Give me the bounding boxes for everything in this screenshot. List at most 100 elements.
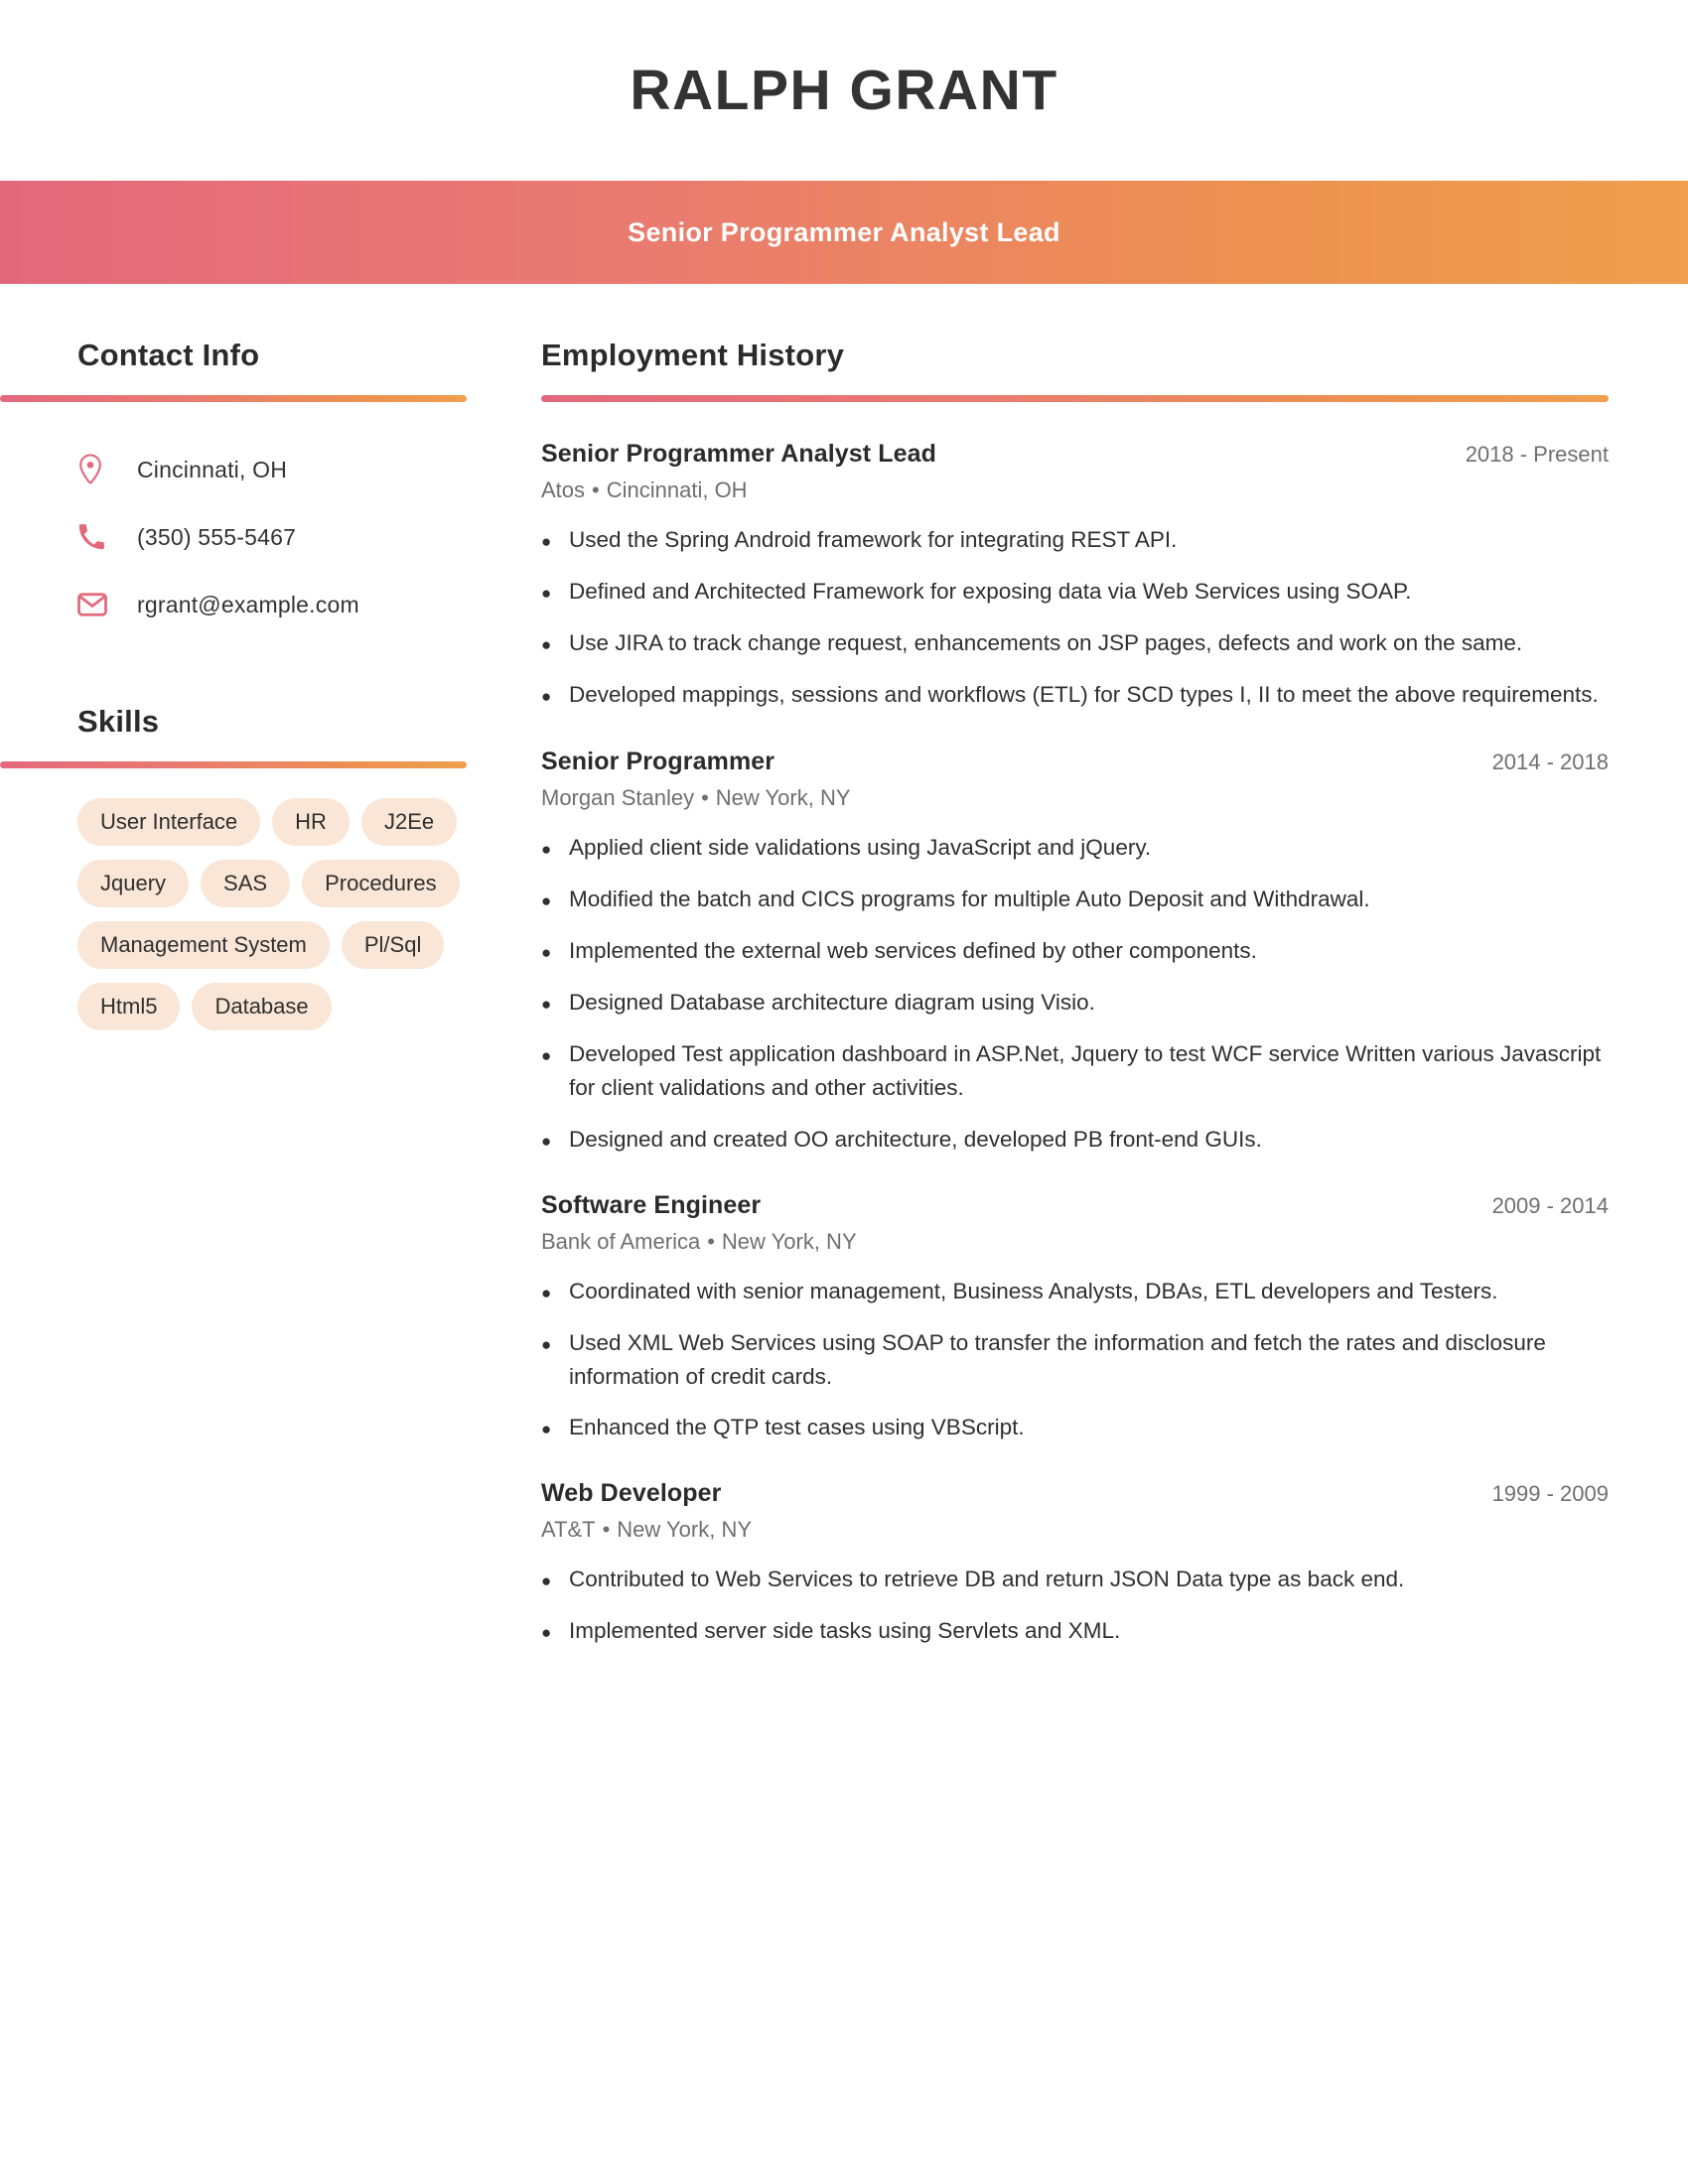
- role-banner: Senior Programmer Analyst Lead: [0, 181, 1688, 284]
- meta-separator: •: [707, 1228, 715, 1254]
- bullet-dot-icon: ●: [541, 942, 552, 962]
- job-bullet-text: Implemented server side tasks using Serv…: [569, 1618, 1121, 1644]
- job-bullet: ● Designed Database architecture diagram …: [541, 986, 1609, 1021]
- job-dates: 2009 - 2014: [1491, 1192, 1609, 1218]
- job-bullet: ● Used the Spring Android framework for i…: [541, 523, 1609, 558]
- employment-entry-header: Software Engineer 2009 - 2014: [541, 1191, 1609, 1220]
- job-bullet: ● Developed mappings, sessions and workfl…: [541, 678, 1609, 713]
- job-bullet: ● Defined and Architected Framework for e…: [541, 575, 1609, 610]
- job-bullet: ● Modified the batch and CICS programs fo…: [541, 883, 1609, 917]
- job-bullet-text: Contributed to Web Services to retrieve …: [569, 1567, 1405, 1592]
- job-bullet-text: Developed Test application dashboard in …: [569, 1041, 1602, 1101]
- bullet-dot-icon: ●: [541, 839, 552, 859]
- employment-list: Senior Programmer Analyst Lead 2018 - Pre…: [541, 440, 1609, 1650]
- skills-divider: [0, 761, 467, 768]
- job-bullet-text: Use JIRA to track change request, enhanc…: [569, 630, 1523, 656]
- skill-pill: Jquery: [77, 859, 190, 907]
- job-company: AT&T: [541, 1517, 596, 1543]
- bullet-dot-icon: ●: [541, 1571, 552, 1591]
- bullet-dot-icon: ●: [541, 1334, 552, 1354]
- job-bullet: ● Used XML Web Services using SOAP to tra…: [541, 1326, 1609, 1394]
- contact-info-heading: Contact Info: [77, 338, 260, 372]
- skill-pill: Database: [192, 982, 332, 1030]
- job-company: Atos: [541, 478, 586, 502]
- bullet-dot-icon: ●: [541, 1623, 552, 1643]
- job-company-location: Morgan Stanley • New York, NY: [541, 785, 1609, 811]
- resume-body: Contact Info Cincinnati, OH (350) 555-54…: [0, 284, 1688, 1684]
- employment-history-divider: [541, 395, 1609, 402]
- job-bullet-text: Designed Database architecture diagram u…: [569, 989, 1095, 1015]
- job-bullet: ● Contributed to Web Services to retrieve…: [541, 1563, 1609, 1597]
- job-title: Senior Programmer Analyst Lead: [541, 440, 937, 468]
- employment-history-heading: Employment History: [541, 338, 845, 372]
- employment-entry-header: Senior Programmer 2014 - 2018: [541, 748, 1609, 776]
- job-title: Senior Programmer: [541, 747, 775, 775]
- employment-entry: Senior Programmer Analyst Lead 2018 - Pre…: [541, 440, 1609, 714]
- employment-entry-header: Web Developer 1999 - 2009: [541, 1479, 1609, 1508]
- job-bullet: ● Applied client side validations using J…: [541, 831, 1609, 866]
- bullet-dot-icon: ●: [541, 1420, 552, 1439]
- job-bullet-text: Enhanced the QTP test cases using VBScri…: [569, 1415, 1025, 1440]
- contact-item-email: rgrant@example.com: [77, 571, 541, 638]
- job-company: Morgan Stanley: [541, 784, 695, 810]
- location-pin-icon: [77, 454, 111, 485]
- bullet-dot-icon: ●: [541, 635, 552, 655]
- contact-email-value: rgrant@example.com: [137, 591, 359, 617]
- job-bullet-list: ● Coordinated with senior management, Bus…: [541, 1275, 1609, 1446]
- job-bullet-text: Modified the batch and CICS programs for…: [569, 886, 1370, 911]
- meta-separator: •: [592, 478, 600, 502]
- bullet-dot-icon: ●: [541, 890, 552, 910]
- job-bullet-text: Used XML Web Services using SOAP to tran…: [569, 1329, 1546, 1389]
- job-bullet: ● Implemented server side tasks using Ser…: [541, 1614, 1609, 1649]
- job-bullet-text: Implemented the external web services de…: [569, 937, 1257, 963]
- skill-pill: Management System: [77, 920, 330, 969]
- bullet-dot-icon: ●: [541, 1131, 552, 1151]
- job-bullet-list: ● Used the Spring Android framework for i…: [541, 523, 1609, 714]
- job-bullet: ● Use JIRA to track change request, enhan…: [541, 626, 1609, 661]
- resume-page: RALPH GRANT Senior Programmer Analyst Le…: [0, 0, 1688, 2184]
- bullet-dot-icon: ●: [541, 532, 552, 551]
- job-title: Software Engineer: [541, 1190, 762, 1219]
- envelope-icon: [77, 592, 111, 617]
- skill-pill: J2Ee: [360, 798, 458, 846]
- job-bullet: ● Implemented the external web services d…: [541, 934, 1609, 969]
- skill-pill: Procedures: [302, 859, 460, 907]
- skills-list: User Interface HR J2Ee Jquery SAS Procedures M…: [0, 798, 541, 1030]
- job-dates: 2014 - 2018: [1491, 749, 1609, 774]
- skills-heading: Skills: [77, 704, 160, 739]
- job-company-location: Bank of America • New York, NY: [541, 1229, 1609, 1255]
- contact-info-section: Contact Info Cincinnati, OH (350) 555-54…: [0, 338, 541, 638]
- job-dates: 2018 - Present: [1465, 442, 1609, 467]
- contact-item-phone: (350) 555-5467: [77, 503, 541, 571]
- contact-location-value: Cincinnati, OH: [137, 456, 288, 482]
- job-location: New York, NY: [715, 784, 851, 810]
- meta-separator: •: [602, 1517, 611, 1543]
- job-company-location: AT&T • New York, NY: [541, 1517, 1609, 1543]
- job-bullet-text: Coordinated with senior management, Busi…: [569, 1278, 1498, 1303]
- job-bullet-text: Developed mappings, sessions and workflo…: [569, 682, 1599, 708]
- phone-icon: [77, 523, 111, 551]
- skill-pill: Pl/Sql: [341, 920, 445, 969]
- candidate-role: Senior Programmer Analyst Lead: [628, 216, 1060, 247]
- main-column: Employment History Senior Programmer Ana…: [541, 338, 1688, 1684]
- bullet-dot-icon: ●: [541, 584, 552, 604]
- job-bullet: ● Enhanced the QTP test cases using VBScr…: [541, 1411, 1609, 1445]
- skills-section: Skills User Interface HR J2Ee Jquery SAS Proc…: [0, 704, 541, 1030]
- sidebar: Contact Info Cincinnati, OH (350) 555-54…: [0, 338, 541, 1030]
- bullet-dot-icon: ●: [541, 1283, 552, 1302]
- job-bullet-text: Used the Spring Android framework for in…: [569, 527, 1178, 552]
- employment-entry: Web Developer 1999 - 2009 AT&T • New York, N…: [541, 1479, 1609, 1649]
- skill-pill: User Interface: [77, 798, 261, 846]
- job-bullet-list: ● Contributed to Web Services to retrieve…: [541, 1563, 1609, 1649]
- bullet-dot-icon: ●: [541, 1046, 552, 1066]
- skill-pill: HR: [272, 798, 350, 846]
- job-bullet: ● Coordinated with senior management, Bus…: [541, 1275, 1609, 1309]
- job-company-location: Atos • Cincinnati, OH: [541, 478, 1609, 503]
- job-location: Cincinnati, OH: [606, 478, 748, 502]
- job-title: Web Developer: [541, 1479, 722, 1508]
- job-company: Bank of America: [541, 1228, 701, 1254]
- resume-header: RALPH GRANT: [0, 0, 1688, 181]
- job-bullet: ● Designed and created OO architecture, d…: [541, 1123, 1609, 1158]
- candidate-name: RALPH GRANT: [630, 59, 1058, 122]
- employment-entry: Software Engineer 2009 - 2014 Bank of Amer…: [541, 1191, 1609, 1446]
